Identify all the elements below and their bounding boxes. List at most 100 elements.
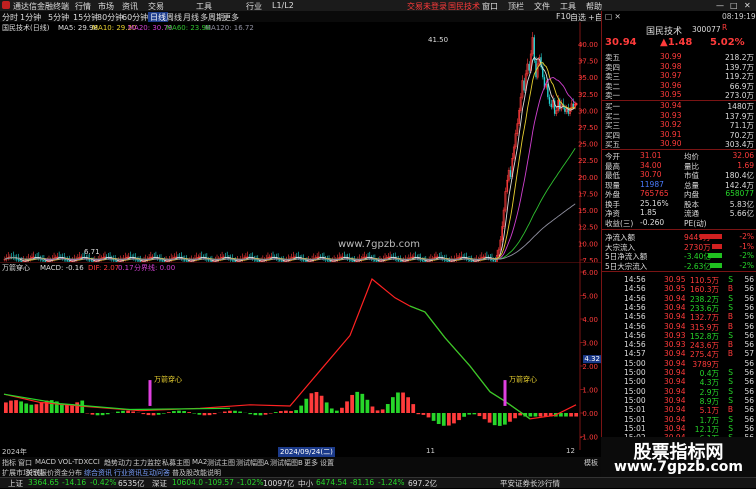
stat-value: 658077 [725, 189, 754, 198]
tick-count: 56 [744, 340, 754, 349]
ask-price: 30.98 [660, 62, 681, 71]
candle-body [18, 259, 19, 260]
kline-chart[interactable]: 国民技术(日线)MA5: 29.98MA10: 29.20MA20: 30.79… [0, 22, 601, 262]
macd-bar [376, 410, 380, 413]
index-zx-value: 6474.54 [316, 478, 347, 487]
price-row: 30.94 ▲1.48 5.02% [602, 37, 756, 50]
panel-header-icons[interactable]: □ ✕ [605, 12, 621, 21]
index-sz-change: -109.57 [205, 478, 234, 487]
tick-price: 30.94 [664, 387, 685, 396]
indicator-chart[interactable]: 万箭穿心MACD: -0.16DIF: 2.070.17分界线: 0.006.0… [0, 262, 601, 450]
tab-monitor[interactable]: 主力监控 [133, 458, 161, 468]
tick-time: 15:00 [624, 359, 646, 368]
tab-vol[interactable]: VOL-TDX [58, 458, 88, 466]
macd-bar [162, 413, 166, 414]
tab-test-b[interactable]: 测试幅图B [270, 458, 303, 468]
maximize-icon[interactable]: □ [730, 1, 738, 10]
minimize-icon[interactable]: — [716, 1, 724, 10]
bottom-tabs: 指标 窗口 MACD VOL-TDX CCI 趋势动力 主力监控 私募主图 MA… [0, 457, 601, 477]
tab-settings[interactable]: 设置 [320, 458, 334, 468]
price-tick-label: 12.50 [578, 224, 598, 232]
f10-button[interactable]: F10 [556, 12, 571, 21]
stat-label: 收益(三) [605, 218, 633, 229]
macd-bar [432, 413, 436, 421]
tick-count: 56 [744, 424, 754, 433]
candle-body [422, 260, 423, 261]
stock-flag: R [722, 23, 727, 32]
stat-row: 现量11987总量142.4万 [602, 180, 756, 190]
tick-price: 30.94 [664, 396, 685, 405]
flow-bar [710, 263, 722, 268]
candle-body [350, 260, 351, 261]
indicator-tick-label: 4.00 [582, 316, 598, 324]
tab-indicator[interactable]: 指标 [2, 458, 16, 468]
tick-price: 30.94 [664, 322, 685, 331]
tab-more[interactable]: 更多 [304, 458, 318, 468]
tick-count: 56 [744, 368, 754, 377]
macd-bar [223, 412, 227, 413]
macd-bar [269, 413, 273, 414]
index-zx-vol: 697.2亿 [408, 478, 437, 489]
macd-bar [513, 413, 517, 418]
chart-watermark: www.7gpzb.com [338, 239, 420, 250]
price-change: ▲1.48 [660, 37, 692, 48]
tab-cci[interactable]: CCI [88, 458, 100, 466]
date-axis-start: 2024年 [2, 447, 27, 457]
flow-bar [712, 244, 722, 249]
index-sz-name[interactable]: 深证 [152, 478, 167, 489]
tab-test-main[interactable]: 测试主图 [207, 458, 235, 468]
macd-bar [483, 413, 487, 419]
macd-bar [299, 406, 303, 413]
close-icon[interactable]: ✕ [744, 1, 751, 10]
watermark-banner: 股票指标网 www.7gpzb.com [601, 437, 756, 477]
stock-code: 300077 [692, 25, 721, 34]
macd-bar [101, 413, 105, 415]
tick-side: S [728, 396, 733, 405]
macd-bar [508, 413, 512, 422]
macd-bar [315, 392, 319, 413]
ask-price: 30.96 [660, 81, 681, 90]
index-zx-name[interactable]: 中小 [298, 478, 313, 489]
bid-row: 买二30.93137.9万 [602, 111, 756, 121]
tick-time: 14:57 [624, 349, 646, 358]
tab-template[interactable]: 模板 [584, 458, 598, 468]
tick-side: S [728, 303, 733, 312]
tab-ma2[interactable]: MA2 [192, 458, 207, 466]
tick-count: 56 [744, 294, 754, 303]
macd-bar [366, 400, 370, 413]
macd-bar [24, 403, 28, 413]
macd-bar [9, 401, 13, 413]
macd-bar [29, 405, 33, 413]
tab-window[interactable]: 窗口 [18, 458, 32, 468]
tab-trend[interactable]: 趋势动力 [104, 458, 132, 468]
tick-price: 30.94 [664, 359, 685, 368]
flow-row: 净流入额9449万-2% [602, 232, 756, 242]
stat-value: 1.69 [737, 161, 754, 170]
candle-body [91, 260, 92, 261]
tick-side: B [728, 349, 733, 358]
candle-body [528, 64, 529, 71]
tab-test-a[interactable]: 测试幅图A [236, 458, 269, 468]
tab-private[interactable]: 私募主图 [162, 458, 190, 468]
tick-time: 14:56 [624, 331, 646, 340]
menu-l1l2[interactable]: L1/L2 [272, 1, 294, 10]
flow-pct: -2% [739, 232, 754, 241]
indicator-tick-label: 6.00 [582, 269, 598, 277]
tick-price: 30.94 [664, 349, 685, 358]
macd-bar [574, 413, 578, 417]
tab-macd[interactable]: MACD [35, 458, 56, 466]
macd-bar [35, 404, 39, 413]
macd-bar [534, 413, 538, 417]
price-pct: 5.02% [710, 37, 745, 48]
indicator-bg [0, 262, 601, 450]
macd-bar [304, 399, 308, 413]
macd-bar [254, 413, 258, 415]
macd-bar [503, 413, 507, 425]
index-sh-name[interactable]: 上证 [8, 478, 23, 489]
stat-row: 净资1.85流通5.66亿 [602, 208, 756, 218]
flow-value: -2.63亿 [684, 261, 711, 272]
candle-body [374, 260, 375, 261]
price-tick-label: 30.00 [578, 107, 598, 115]
index-sh-vol: 6535亿 [118, 478, 145, 489]
macd-bar [498, 413, 502, 426]
